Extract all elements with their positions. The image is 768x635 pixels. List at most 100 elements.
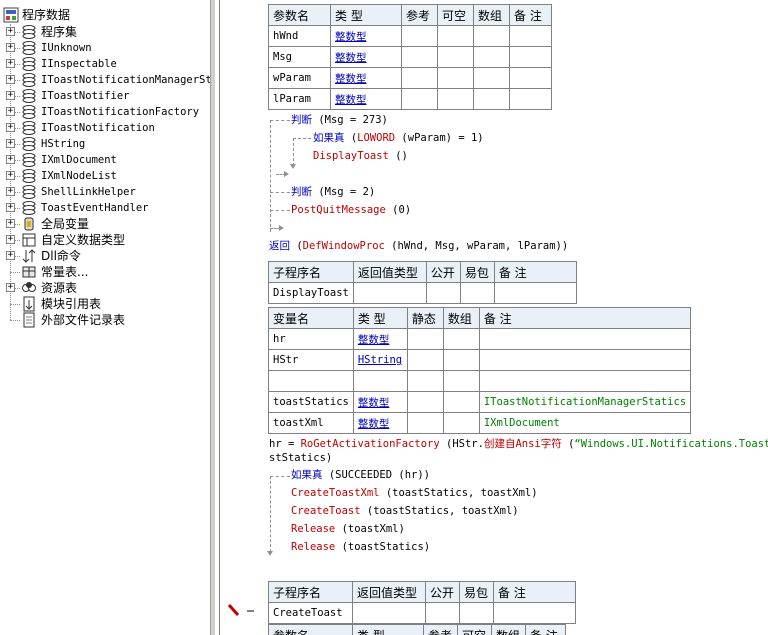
expand-toggle[interactable]: + — [6, 43, 15, 52]
param-ref-cell[interactable] — [401, 46, 438, 68]
expand-toggle[interactable]: + — [6, 91, 15, 100]
static-cell[interactable] — [406, 349, 444, 371]
param-type[interactable]: 整数型 — [330, 46, 402, 68]
subroutine-name[interactable]: DisplayToast — [268, 282, 354, 304]
expand-toggle[interactable]: + — [6, 59, 15, 68]
param-name[interactable]: wParam — [268, 67, 331, 89]
static-cell[interactable] — [406, 370, 444, 392]
code-line-continuation[interactable]: stStatics) — [269, 450, 332, 466]
tree-item[interactable]: + 资源表 — [0, 280, 210, 296]
expand-toggle[interactable]: + — [6, 75, 15, 84]
expand-toggle[interactable]: + — [6, 171, 15, 180]
public-cell[interactable] — [425, 282, 461, 304]
array-cell[interactable] — [442, 412, 480, 434]
tree-item[interactable]: 模块引用表 — [0, 296, 210, 312]
code-line[interactable]: DisplayToast () — [313, 148, 408, 164]
var-name[interactable]: toastStatics — [268, 391, 354, 413]
array-cell[interactable] — [442, 370, 480, 392]
table-row[interactable]: lParam 整数型 — [268, 88, 552, 110]
expand-toggle[interactable]: + — [6, 235, 15, 244]
var-name[interactable] — [268, 370, 354, 392]
tree-item[interactable]: + IToastNotificationManagerSta — [0, 72, 210, 88]
tree-item[interactable]: + IXmlNodeList — [0, 168, 210, 184]
table-row[interactable]: hr 整数型 — [268, 328, 692, 350]
param-note-cell[interactable] — [509, 88, 552, 110]
tree-item[interactable]: + IToastNotification — [0, 120, 210, 136]
param-type[interactable]: 整数型 — [330, 88, 402, 110]
param-type[interactable]: 整数型 — [330, 25, 402, 47]
table-row[interactable]: CreateToast — [268, 602, 576, 624]
code-line[interactable]: Release (toastXml) — [291, 521, 405, 537]
param-ref-cell[interactable] — [401, 67, 438, 89]
table-row[interactable] — [268, 370, 692, 392]
var-note[interactable] — [478, 349, 692, 371]
return-type-cell[interactable] — [352, 602, 426, 624]
code-line[interactable]: 返回 (DefWindowProc (hWnd, Msg, wParam, lP… — [269, 238, 568, 254]
param-array-cell[interactable] — [473, 67, 510, 89]
tree-item[interactable]: + 自定义数据类型 — [0, 232, 210, 248]
note-cell[interactable] — [493, 282, 577, 304]
param-nullable-cell[interactable] — [437, 88, 474, 110]
code-line[interactable]: 如果真 (LOWORD (wParam) = 1) — [313, 130, 484, 146]
var-type[interactable]: 整数型 — [352, 391, 408, 413]
array-cell[interactable] — [442, 349, 480, 371]
var-type[interactable] — [352, 370, 408, 392]
note-cell[interactable] — [493, 602, 576, 624]
expand-toggle[interactable]: + — [6, 219, 15, 228]
code-line[interactable]: hr = RoGetActivationFactory (HStr.创建自Ans… — [269, 436, 768, 452]
param-nullable-cell[interactable] — [437, 46, 474, 68]
var-name[interactable]: hr — [268, 328, 354, 350]
var-name[interactable]: toastXml — [268, 412, 354, 434]
var-type[interactable]: HString — [352, 349, 408, 371]
param-type[interactable]: 整数型 — [330, 67, 402, 89]
param-note-cell[interactable] — [509, 46, 552, 68]
tree-item[interactable]: + Dll命令 — [0, 248, 210, 264]
tree-item[interactable]: + 全局变量 — [0, 216, 210, 232]
expand-toggle[interactable]: + — [6, 203, 15, 212]
tree-root[interactable]: 程序数据 — [0, 7, 210, 23]
var-note[interactable]: IXmlDocument — [478, 412, 692, 434]
expand-toggle[interactable]: + — [6, 123, 15, 132]
table-row[interactable]: wParam 整数型 — [268, 67, 552, 89]
expand-toggle[interactable]: + — [6, 107, 15, 116]
code-line[interactable]: PostQuitMessage (0) — [291, 202, 411, 218]
array-cell[interactable] — [442, 328, 480, 350]
var-note[interactable]: IToastNotificationManagerStatics — [478, 391, 692, 413]
table-row[interactable]: DisplayToast — [268, 282, 577, 304]
table-row[interactable]: toastXml 整数型 IXmlDocument — [268, 412, 692, 434]
code-line[interactable]: CreateToast (toastStatics, toastXml) — [291, 503, 519, 519]
code-editor[interactable]: 参数名 类 型 参考 可空 数组 备 注 hWnd 整数型 Msg 整数型 wP… — [266, 0, 768, 635]
expand-toggle[interactable]: + — [6, 187, 15, 196]
param-name[interactable]: lParam — [268, 88, 331, 110]
tree-item[interactable]: 外部文件记录表 — [0, 312, 210, 328]
param-ref-cell[interactable] — [401, 25, 438, 47]
table-row[interactable]: Msg 整数型 — [268, 46, 552, 68]
expand-toggle[interactable]: + — [6, 139, 15, 148]
code-line[interactable]: Release (toastStatics) — [291, 539, 430, 555]
param-name[interactable]: Msg — [268, 46, 331, 68]
code-line[interactable]: 如果真 (SUCCEEDED (hr)) — [291, 467, 430, 483]
tree-item[interactable]: + HString — [0, 136, 210, 152]
tree-item[interactable]: + ShellLinkHelper — [0, 184, 210, 200]
param-ref-cell[interactable] — [401, 88, 438, 110]
static-cell[interactable] — [406, 391, 444, 413]
tree-item[interactable]: + IUnknown — [0, 40, 210, 56]
tree-item[interactable]: 常量表... — [0, 264, 210, 280]
param-array-cell[interactable] — [473, 25, 510, 47]
tree-item[interactable]: + IInspectable — [0, 56, 210, 72]
expand-toggle[interactable]: + — [6, 155, 15, 164]
table-row[interactable]: HStr HString — [268, 349, 692, 371]
tree-item[interactable]: + IXmlDocument — [0, 152, 210, 168]
expand-toggle[interactable]: + — [6, 27, 15, 36]
table-row[interactable]: hWnd 整数型 — [268, 25, 552, 47]
param-array-cell[interactable] — [473, 88, 510, 110]
tree-item[interactable]: + IToastNotifier — [0, 88, 210, 104]
easy-pack-cell[interactable] — [459, 282, 495, 304]
program-data-tree[interactable]: 程序数据 + 程序集 + IUnknown + IInspectable + IToastNo… — [0, 0, 211, 635]
easy-pack-cell[interactable] — [459, 602, 494, 624]
var-type[interactable]: 整数型 — [352, 412, 408, 434]
static-cell[interactable] — [406, 412, 444, 434]
expand-toggle[interactable]: + — [6, 283, 15, 292]
code-line[interactable]: CreateToastXml (toastStatics, toastXml) — [291, 485, 538, 501]
var-note[interactable] — [478, 328, 692, 350]
